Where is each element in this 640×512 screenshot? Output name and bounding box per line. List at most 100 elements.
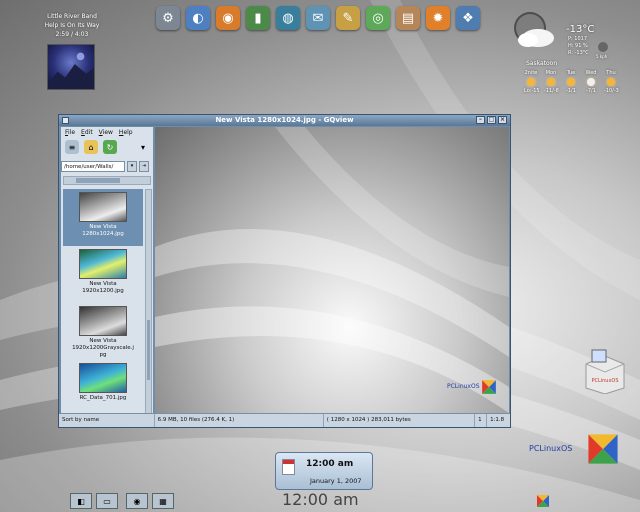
fire-icon[interactable]: ✹: [426, 6, 450, 30]
thumbnail-image: [79, 306, 127, 336]
thumbnail-label: New Vista 1280x1024.jpg: [82, 224, 124, 237]
music-track: Help Is On Its Way: [44, 22, 100, 29]
music-widget: Little River Band Help Is On Its Way 2:5…: [40, 12, 104, 39]
menubar: File Edit View Help: [61, 127, 153, 138]
menu-file[interactable]: File: [65, 127, 75, 138]
album-art[interactable]: [47, 44, 95, 90]
minimize-button[interactable]: –: [476, 116, 485, 124]
pclinuxos-logo-icon: [588, 434, 618, 464]
clock-time: 12:00 am: [306, 459, 354, 469]
taskbar: ◧ ▭ ◉ ▦: [70, 493, 174, 509]
forecast-day-range: Lo:-15: [524, 88, 540, 94]
wind-compass-icon: [598, 42, 608, 52]
gqview-task-icon[interactable]: ◉: [126, 493, 148, 509]
maximize-button[interactable]: □: [487, 116, 496, 124]
status-image-info: ( 1280 x 1024 ) 283,011 bytes: [324, 414, 476, 427]
list-view-icon[interactable]: ≡: [65, 140, 79, 154]
status-index: 1: [475, 414, 488, 427]
gqview-window: New Vista 1280x1024.jpg - GQview – □ × F…: [58, 114, 511, 428]
music-artist: Little River Band: [47, 13, 97, 20]
close-button[interactable]: ×: [498, 116, 507, 124]
status-bar: Sort by name 6.9 MB, 10 files (276.4 K, …: [59, 413, 510, 427]
weather-humidity: H: 91 %: [568, 43, 588, 49]
horizontal-scrollbar[interactable]: [63, 176, 151, 185]
image-preview[interactable]: PCLinuxOS: [155, 127, 509, 413]
music-time: 2:59 / 4:03: [55, 31, 89, 38]
weather-temp: -13°C: [566, 24, 595, 35]
paint-icon[interactable]: ✎: [336, 6, 360, 30]
preview-brand-label: PCLinuxOS: [447, 383, 480, 390]
gear-icon[interactable]: ⚙: [156, 6, 180, 30]
weather-city: Saskatoon: [526, 60, 558, 67]
package-box-icon[interactable]: PCLinuxOS: [584, 348, 626, 394]
mail-icon[interactable]: ✉: [306, 6, 330, 30]
window-titlebar[interactable]: New Vista 1280x1024.jpg - GQview – □ ×: [59, 115, 510, 126]
globe-icon[interactable]: ◍: [276, 6, 300, 30]
forecast-day-range: -11/-8: [544, 88, 559, 94]
spiral-icon[interactable]: ◎: [366, 6, 390, 30]
pclinuxos-tray-icon[interactable]: [536, 494, 550, 508]
thumbnail-label: New Vista 1920x1200Grayscale.j pg: [72, 338, 134, 358]
desktop-big-clock: 12:00 am: [282, 490, 359, 509]
forecast-day: Wed -7/1: [584, 70, 598, 94]
menu-view[interactable]: View: [99, 127, 113, 138]
calendar-icon: [282, 459, 295, 475]
film-icon[interactable]: ❖: [456, 6, 480, 30]
window-title: New Vista 1280x1024.jpg - GQview: [215, 116, 354, 124]
path-go-button[interactable]: ⇥: [139, 161, 149, 172]
home-icon[interactable]: ⌂: [84, 140, 98, 154]
vertical-scroll-thumb[interactable]: [147, 320, 150, 380]
status-sort[interactable]: Sort by name: [59, 414, 155, 427]
notes-icon[interactable]: ▤: [396, 6, 420, 30]
cloud-icon: [587, 78, 595, 86]
forecast-day-name: Thu: [606, 70, 616, 76]
thumbnail-image: [79, 249, 127, 279]
thumbnail-label: RC_Data_701.jpg: [79, 395, 127, 401]
forecast-day-range: -1/1: [566, 88, 576, 94]
package-label: PCLinuxOS: [591, 378, 618, 384]
path-dropdown-button[interactable]: ▾: [127, 161, 137, 172]
app-dock: ⚙ ◐ ◉ ▮ ◍ ✉ ✎ ◎ ▤ ✹ ❖: [156, 6, 480, 30]
fire-disc-icon[interactable]: ◉: [216, 6, 240, 30]
disc-icon[interactable]: ◐: [186, 6, 210, 30]
sun-icon: [547, 78, 555, 86]
refresh-icon[interactable]: ↻: [103, 140, 117, 154]
browser-pane: File Edit View Help ≡ ⌂ ↻ ▾ ▾ ⇥ New Vista 1…: [61, 127, 153, 425]
weather-pressure: P: 1017: [568, 36, 588, 42]
desktop-brand-label: PCLinuxOS: [529, 444, 573, 453]
thumbnail-list: New Vista 1280x1024.jpg New Vista 1920x12…: [63, 189, 143, 421]
thumbnail-image: [79, 192, 127, 222]
forecast-day-name: Wed: [585, 70, 597, 76]
menu-edit[interactable]: Edit: [81, 127, 93, 138]
forecast-day-range: -7/1: [586, 88, 596, 94]
thumbnail-item[interactable]: New Vista 1920x1200.jpg: [63, 246, 143, 303]
clock-widget[interactable]: 12:00 am January 1, 2007: [275, 452, 373, 490]
menu-help[interactable]: Help: [119, 127, 133, 138]
forecast-day-name: Mon: [545, 70, 557, 76]
folder-icon[interactable]: ▭: [96, 493, 118, 509]
weather-details: P: 1017 H: 91 % R: -13°C: [568, 36, 589, 57]
forecast-day: Mon -11/-8: [544, 70, 559, 94]
thumbnail-item[interactable]: New Vista 1280x1024.jpg: [63, 189, 143, 246]
thumbnail-item[interactable]: New Vista 1920x1200Grayscale.j pg: [63, 303, 143, 360]
path-row: ▾ ⇥: [61, 160, 153, 173]
window-menu-icon[interactable]: [62, 117, 69, 124]
show-desktop-icon[interactable]: ◧: [70, 493, 92, 509]
thumbnail-label: New Vista 1920x1200.jpg: [82, 281, 124, 294]
forecast-day-name: 2nite: [524, 70, 538, 76]
book-icon[interactable]: ▮: [246, 6, 270, 30]
sun-icon: [527, 78, 535, 86]
thumbnail-image: [79, 363, 127, 393]
window-list-icon[interactable]: ▦: [152, 493, 174, 509]
chevron-down-icon[interactable]: ▾: [136, 140, 150, 154]
vertical-scrollbar[interactable]: [145, 189, 152, 421]
thumbnail-item[interactable]: RC_Data_701.jpg: [63, 360, 143, 417]
path-input[interactable]: [61, 161, 125, 172]
weather-forecast: 2nite Lo:-15 Mon -11/-8 Tue -1/1 Wed -7/1 Thu -10…: [524, 70, 619, 94]
forecast-day-name: Tue: [566, 70, 576, 76]
moon-cloud-icon: [514, 12, 554, 47]
weather-wind: 5 kph: [596, 54, 608, 59]
clock-date: January 1, 2007: [310, 477, 362, 485]
forecast-day-range: -10/-3: [604, 88, 619, 94]
horizontal-scroll-thumb[interactable]: [76, 178, 120, 183]
